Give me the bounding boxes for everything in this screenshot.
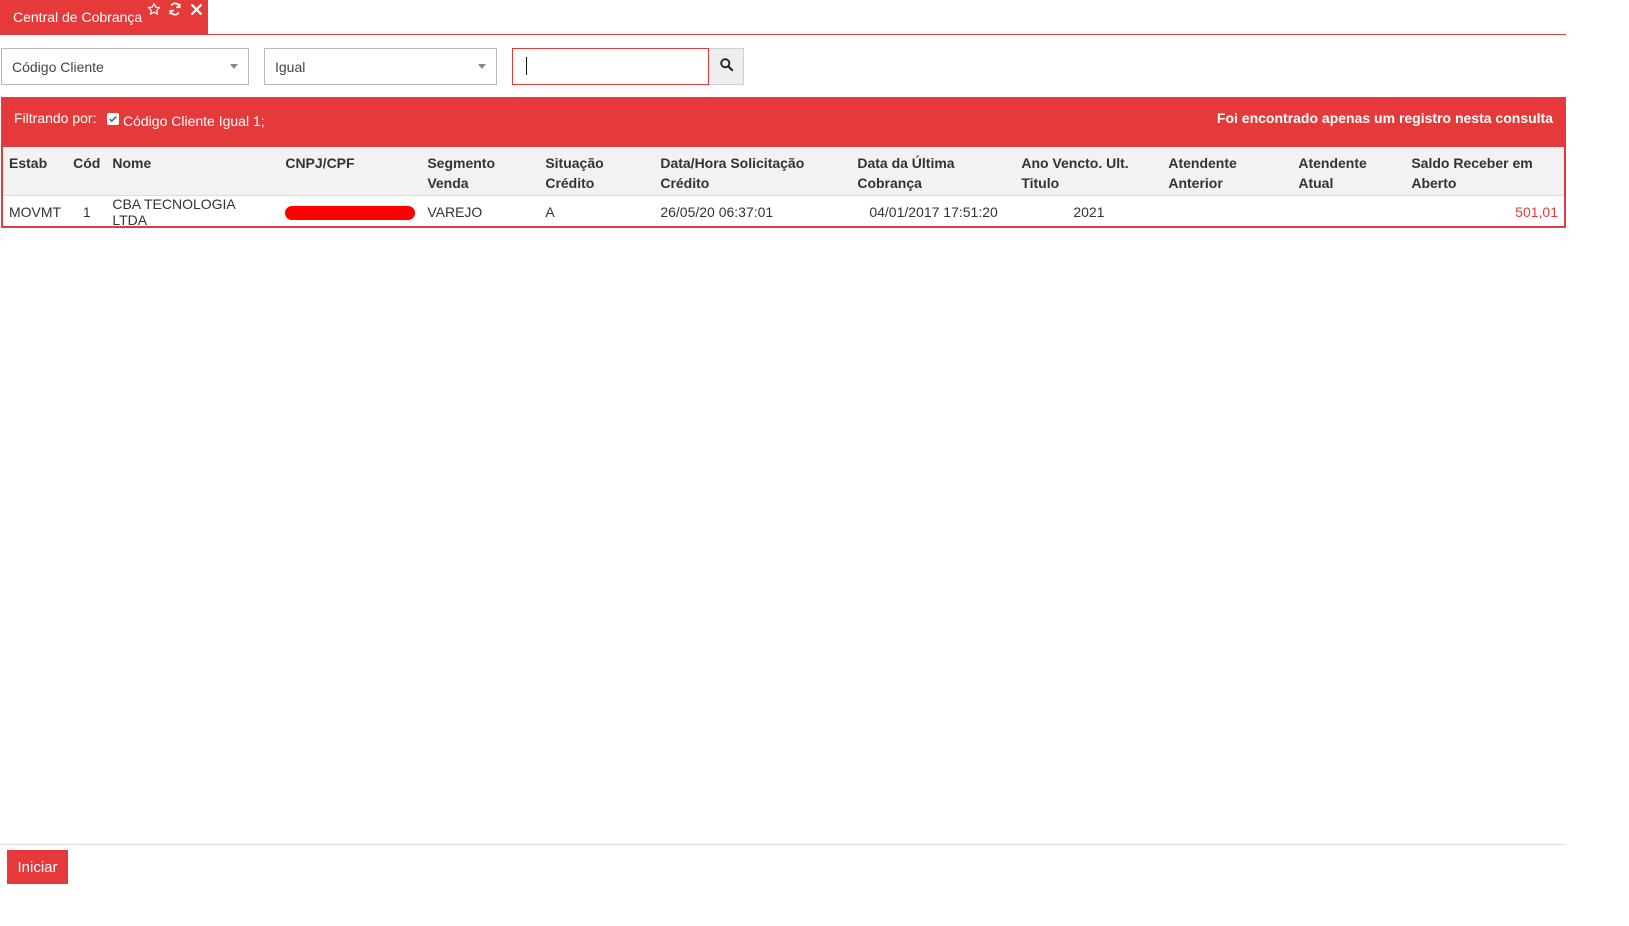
footer-divider (0, 844, 1566, 845)
active-filter-text: Código Cliente Igual 1; (123, 113, 265, 129)
cell-ano-vencto: 2021 (1015, 194, 1163, 228)
close-icon[interactable] (188, 1, 204, 17)
cell-situacao: A (539, 194, 655, 228)
col-saldo-receber[interactable]: Saldo Receber em Aberto (1405, 147, 1564, 195)
field-select[interactable]: Código Cliente (1, 48, 249, 85)
col-atendente-anterior[interactable]: Atendente Anterior (1162, 147, 1292, 195)
refresh-icon[interactable] (167, 1, 183, 17)
col-data-ultima-cobranca[interactable]: Data da Última Cobrança (851, 147, 1015, 195)
col-data-solicitacao[interactable]: Data/Hora Solicitação Crédito (654, 147, 851, 195)
start-button[interactable]: Iniciar (7, 850, 68, 884)
col-segmento-venda[interactable]: Segmento Venda (421, 147, 539, 195)
search-input[interactable] (512, 48, 709, 85)
cell-segmento: VAREJO (421, 194, 540, 228)
cell-data-ultima: 04/01/2017 17:51:20 (851, 194, 1016, 228)
cell-nome: CBA TECNOLOGIA LTDA (106, 194, 280, 228)
col-ano-vencto[interactable]: Ano Vencto. Ult. Titulo (1015, 147, 1162, 195)
col-nome[interactable]: Nome (106, 147, 279, 195)
tab-title: Central de Cobrança (13, 9, 143, 25)
redaction-mark (285, 205, 416, 220)
search-button[interactable] (709, 48, 744, 85)
col-atendente-atual[interactable]: Atendente Atual (1292, 147, 1405, 195)
cell-saldo[interactable]: 501,01 (1405, 194, 1564, 228)
col-estab[interactable]: Estab (3, 147, 67, 195)
check-icon (109, 115, 117, 123)
col-cnpj-cpf[interactable]: CNPJ/CPF (279, 147, 421, 195)
cell-cod: 1 (67, 194, 107, 228)
results-header: Filtrando por: Código Cliente Igual 1; F… (3, 99, 1564, 147)
col-cod[interactable]: Cód (67, 147, 106, 195)
results-table: Estab Cód Nome CNPJ/CPF Segmento Venda S… (3, 147, 1564, 228)
star-icon[interactable] (146, 1, 162, 17)
operator-select-value: Igual (275, 58, 306, 75)
cell-cnpj-cpf (279, 194, 422, 228)
tab-central-de-cobranca[interactable]: Central de Cobrança (0, 0, 208, 35)
tab-actions (146, 1, 204, 17)
result-count-message: Foi encontrado apenas um registro nesta … (1216, 110, 1553, 126)
table-header-row: Estab Cód Nome CNPJ/CPF Segmento Venda S… (3, 147, 1564, 195)
chevron-down-icon (230, 64, 238, 69)
cell-atendente-anterior (1162, 194, 1293, 228)
filter-label: Filtrando por: (14, 110, 97, 126)
cell-estab: MOVMT (3, 194, 68, 228)
field-select-value: Código Cliente (12, 58, 104, 75)
tab-bar: Central de Cobrança (0, 0, 1566, 35)
cell-data-solicitacao: 26/05/20 06:37:01 (654, 194, 852, 228)
results-panel: Filtrando por: Código Cliente Igual 1; F… (1, 97, 1566, 228)
text-cursor (526, 57, 527, 75)
operator-select[interactable]: Igual (264, 48, 497, 85)
chevron-down-icon (478, 64, 486, 69)
search-icon (719, 57, 734, 77)
col-situacao-credito[interactable]: Situação Crédito (539, 147, 654, 195)
active-filter-checkbox[interactable] (107, 113, 119, 125)
cell-atendente-atual (1292, 194, 1406, 228)
table-row[interactable]: MOVMT 1 CBA TECNOLOGIA LTDA VAREJO A 26/… (3, 194, 1564, 228)
